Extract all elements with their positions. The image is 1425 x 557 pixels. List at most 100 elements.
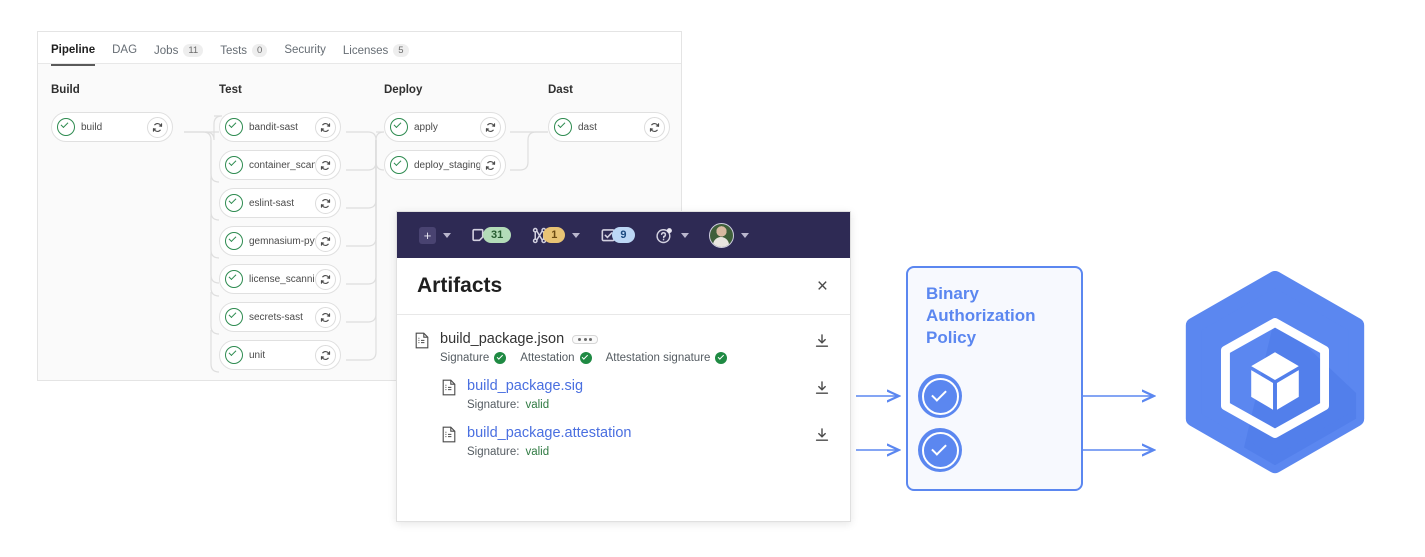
job-name: container_scan... <box>249 159 315 171</box>
job-name: deploy_staging <box>414 159 480 171</box>
job-build[interactable]: build <box>51 112 173 142</box>
new-item-group: + <box>419 226 451 244</box>
status-passed-icon <box>390 118 408 136</box>
chevron-down-icon[interactable] <box>443 232 451 238</box>
artifact-name-link[interactable]: build_package.attestation <box>467 425 631 441</box>
job-bandit-sast[interactable]: bandit-sast <box>219 112 341 142</box>
job-apply[interactable]: apply <box>384 112 506 142</box>
job-container-scan[interactable]: container_scan... <box>219 150 341 180</box>
retry-icon[interactable] <box>480 116 501 138</box>
tab-jobs[interactable]: Jobs 11 <box>154 44 204 66</box>
retry-icon[interactable] <box>315 268 336 290</box>
tab-label: Security <box>284 44 326 56</box>
status-passed-icon <box>225 194 243 212</box>
job-gemnasium-python[interactable]: gemnasium-pyt... <box>219 226 341 256</box>
retry-icon[interactable] <box>480 154 501 176</box>
check-icon <box>715 352 728 364</box>
artifact-name: build_package.json <box>440 331 565 347</box>
signature-label: Signature: <box>467 446 520 458</box>
policy-title: Binary Authorization Policy <box>926 284 1036 347</box>
tab-tests[interactable]: Tests 0 <box>220 44 268 66</box>
artifact-row-build-package-sig[interactable]: build_package.sig Signature: valid <box>442 378 830 411</box>
more-options-icon[interactable] <box>572 334 599 344</box>
attestation-signature-badge: Attestation signature <box>606 352 728 364</box>
check-icon <box>494 352 507 364</box>
tab-dag[interactable]: DAG <box>112 44 137 65</box>
status-passed-icon <box>225 118 243 136</box>
job-name: secrets-sast <box>249 311 303 323</box>
file-icon <box>415 332 429 354</box>
job-name: build <box>81 121 103 133</box>
job-secrets-sast[interactable]: secrets-sast <box>219 302 341 332</box>
attestation-badge: Attestation <box>520 352 592 364</box>
retry-icon[interactable] <box>315 344 336 366</box>
job-eslint-sast[interactable]: eslint-sast <box>219 188 341 218</box>
chevron-down-icon[interactable] <box>572 232 581 238</box>
gke-logo <box>1166 271 1384 494</box>
tab-security[interactable]: Security <box>284 44 326 65</box>
job-name: dast <box>578 121 597 133</box>
user-menu-group[interactable] <box>708 222 749 248</box>
retry-icon[interactable] <box>315 116 336 138</box>
retry-icon[interactable] <box>315 230 336 252</box>
file-icon <box>442 426 456 448</box>
policy-check-icon-2 <box>918 428 962 472</box>
plus-icon[interactable]: + <box>419 226 436 244</box>
todos-count: 9 <box>612 227 635 243</box>
tab-licenses[interactable]: Licenses 5 <box>343 44 409 66</box>
issues-group[interactable]: 31 <box>471 227 512 244</box>
retry-icon[interactable] <box>315 154 336 176</box>
status-passed-icon <box>225 346 243 364</box>
stage-title: Deploy <box>384 84 423 96</box>
stage-title: Test <box>219 84 242 96</box>
artifacts-header: Artifacts × <box>397 258 850 315</box>
job-deploy-staging[interactable]: deploy_staging <box>384 150 506 180</box>
issues-count: 31 <box>483 227 512 243</box>
tab-badge-tests: 0 <box>252 44 268 57</box>
artifact-signature-status: Signature: valid <box>467 399 814 411</box>
badge-label: Attestation signature <box>605 352 711 364</box>
download-icon[interactable] <box>814 333 830 354</box>
artifact-title-line: build_package.json <box>440 331 814 347</box>
retry-icon[interactable] <box>315 306 336 328</box>
chevron-down-icon[interactable] <box>740 232 749 238</box>
todos-group[interactable]: 9 <box>600 227 635 244</box>
retry-icon[interactable] <box>315 192 336 214</box>
job-name: eslint-sast <box>249 197 295 209</box>
help-group[interactable] <box>655 226 689 245</box>
download-icon[interactable] <box>814 380 830 401</box>
signature-value: valid <box>525 446 550 458</box>
chevron-down-icon[interactable] <box>680 232 689 238</box>
file-icon <box>442 379 456 401</box>
job-license-scanning[interactable]: license_scanning <box>219 264 341 294</box>
job-name: license_scanning <box>249 273 315 285</box>
status-passed-icon <box>225 232 243 250</box>
avatar[interactable] <box>708 222 734 248</box>
page-title: Artifacts <box>417 274 503 297</box>
tab-pipeline[interactable]: Pipeline <box>51 44 96 66</box>
artifact-name-link[interactable]: build_package.sig <box>467 378 583 394</box>
check-icon <box>579 352 592 364</box>
status-passed-icon <box>225 308 243 326</box>
artifact-verification-badges: Signature Attestation Attestation signat… <box>440 352 814 364</box>
close-icon[interactable]: × <box>817 277 828 296</box>
stage-column-dast: Dast dast <box>548 84 670 150</box>
job-dast[interactable]: dast <box>548 112 670 142</box>
gitlab-navbar: + 31 1 9 <box>397 212 850 258</box>
retry-icon[interactable] <box>147 116 168 138</box>
download-icon[interactable] <box>814 427 830 448</box>
stage-title: Dast <box>548 84 573 96</box>
retry-icon[interactable] <box>644 116 665 138</box>
diagram-canvas: Pipeline DAG Jobs 11 Tests 0 Security Li… <box>0 0 1425 557</box>
artifact-row-build-package-attestation[interactable]: build_package.attestation Signature: val… <box>442 425 830 458</box>
status-passed-icon <box>390 156 408 174</box>
artifact-row-build-package-json[interactable]: build_package.json Signature Attestation <box>415 331 830 364</box>
status-passed-icon <box>57 118 75 136</box>
job-unit[interactable]: unit <box>219 340 341 370</box>
merge-requests-group[interactable]: 1 <box>531 227 581 244</box>
stage-column-deploy: Deploy apply deploy_staging <box>384 84 506 188</box>
help-icon[interactable] <box>655 226 674 245</box>
check-ring <box>921 377 959 415</box>
artifact-details: build_package.json Signature Attestation <box>440 331 814 364</box>
status-passed-icon <box>225 270 243 288</box>
